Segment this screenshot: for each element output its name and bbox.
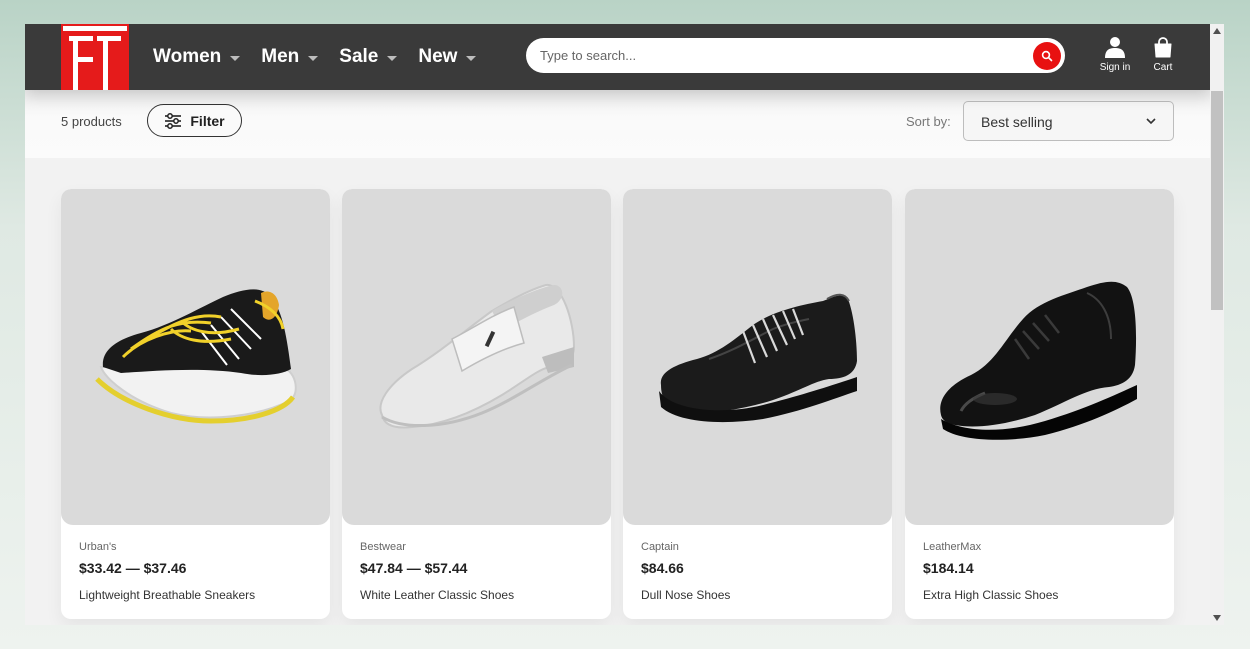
sort-label: Sort by: (906, 114, 951, 129)
product-title[interactable]: White Leather Classic Shoes (360, 588, 514, 602)
collection-toolbar: 5 products Filter Sort by: Best selling (25, 90, 1210, 158)
shopping-bag-icon (1154, 37, 1172, 58)
product-image[interactable] (905, 189, 1174, 525)
caret-down-icon (308, 55, 319, 61)
product-brand: LeatherMax (923, 541, 982, 553)
product-image[interactable] (342, 189, 611, 525)
product-brand: Urban's (79, 541, 117, 553)
sliders-icon (165, 112, 182, 129)
site-header: Women Men Sale New Type to search... Sig… (25, 24, 1210, 90)
user-icon (1105, 37, 1125, 58)
caret-down-icon (466, 55, 477, 61)
product-title[interactable]: Lightweight Breathable Sneakers (79, 588, 255, 602)
caret-down-icon (387, 55, 398, 61)
nav-item-label: Women (153, 46, 222, 67)
nav-item-label: New (418, 46, 458, 67)
page-content: Women Men Sale New Type to search... Sig… (25, 24, 1210, 625)
product-title[interactable]: Dull Nose Shoes (641, 588, 730, 602)
product-image[interactable] (623, 189, 892, 525)
product-card[interactable]: Urban's $33.42 — $37.46 Lightweight Brea… (61, 189, 330, 619)
sign-in-label: Sign in (1099, 62, 1131, 73)
caret-down-icon (230, 55, 241, 61)
filter-label: Filter (190, 112, 225, 129)
loafer-image (379, 284, 576, 429)
product-price: $33.42 — $37.46 (79, 560, 187, 576)
browser-window: Women Men Sale New Type to search... Sig… (25, 24, 1224, 625)
vertical-scrollbar[interactable] (1210, 24, 1224, 625)
sort-value: Best selling (981, 114, 1053, 130)
sign-in-button[interactable]: Sign in (1090, 36, 1140, 73)
product-image[interactable] (61, 189, 330, 525)
nav-item-label: Sale (339, 46, 379, 67)
nav-item-men[interactable]: Men (261, 46, 319, 68)
product-price: $184.14 (923, 560, 974, 576)
logo-icon (61, 24, 129, 90)
store-logo[interactable] (61, 24, 129, 90)
product-title[interactable]: Extra High Classic Shoes (923, 588, 1058, 602)
chevron-down-icon (1146, 118, 1156, 125)
filter-button[interactable]: Filter (147, 104, 242, 137)
derby-shoe-image (659, 293, 857, 423)
nav-item-new[interactable]: New (418, 46, 477, 68)
search-bar (526, 38, 1065, 73)
triangle-down-icon (1213, 615, 1221, 621)
nav-item-sale[interactable]: Sale (339, 46, 398, 68)
scrollbar-thumb[interactable] (1211, 91, 1223, 310)
product-grid: Urban's $33.42 — $37.46 Lightweight Brea… (61, 189, 1174, 619)
product-brand: Bestwear (360, 541, 406, 553)
product-price: $84.66 (641, 560, 684, 576)
cart-button[interactable]: Cart (1138, 36, 1188, 73)
scroll-up-button[interactable] (1210, 24, 1224, 38)
product-price: $47.84 — $57.44 (360, 560, 468, 576)
sneaker-image (95, 289, 297, 424)
scroll-down-button[interactable] (1210, 611, 1224, 625)
nav-item-label: Men (261, 46, 300, 67)
product-count: 5 products (61, 114, 122, 129)
sort-select[interactable]: Best selling (963, 101, 1174, 141)
main-nav: Women Men Sale New (153, 24, 477, 90)
product-card[interactable]: LeatherMax $184.14 Extra High Classic Sh… (905, 189, 1174, 619)
cart-label: Cart (1153, 62, 1173, 73)
search-button[interactable] (1033, 42, 1061, 70)
product-brand: Captain (641, 541, 679, 553)
oxford-shoe-image (940, 281, 1137, 440)
search-input[interactable] (540, 38, 1020, 73)
search-icon (1041, 50, 1053, 62)
triangle-up-icon (1213, 28, 1221, 34)
product-card[interactable]: Bestwear $47.84 — $57.44 White Leather C… (342, 189, 611, 619)
nav-item-women[interactable]: Women (153, 46, 241, 68)
product-card[interactable]: Captain $84.66 Dull Nose Shoes (623, 189, 892, 619)
